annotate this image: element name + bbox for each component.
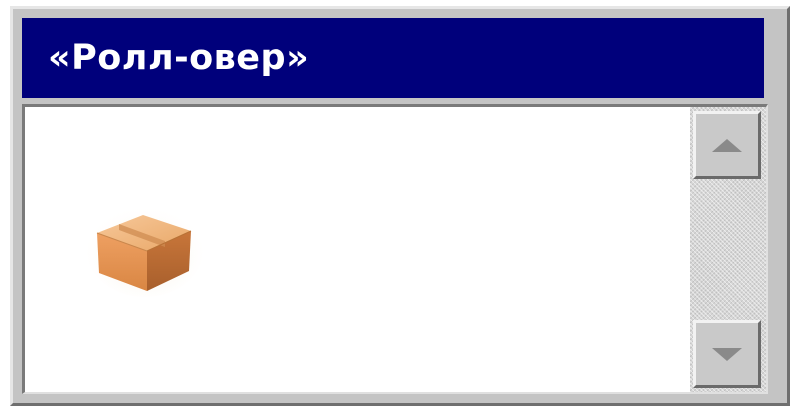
scroll-down-button[interactable] <box>693 320 761 388</box>
list-panel <box>22 104 768 394</box>
list-area[interactable] <box>25 107 690 392</box>
vertical-scrollbar[interactable] <box>690 107 766 392</box>
title-bar: «Ролл-овер» <box>22 18 764 98</box>
window-title: «Ролл-овер» <box>48 38 310 78</box>
scroll-up-arrow-icon <box>712 138 742 152</box>
scroll-up-button[interactable] <box>693 111 761 179</box>
scroll-down-arrow-icon <box>712 347 742 361</box>
package-box-icon-graphic <box>87 205 203 297</box>
package-box-icon[interactable] <box>85 193 205 297</box>
